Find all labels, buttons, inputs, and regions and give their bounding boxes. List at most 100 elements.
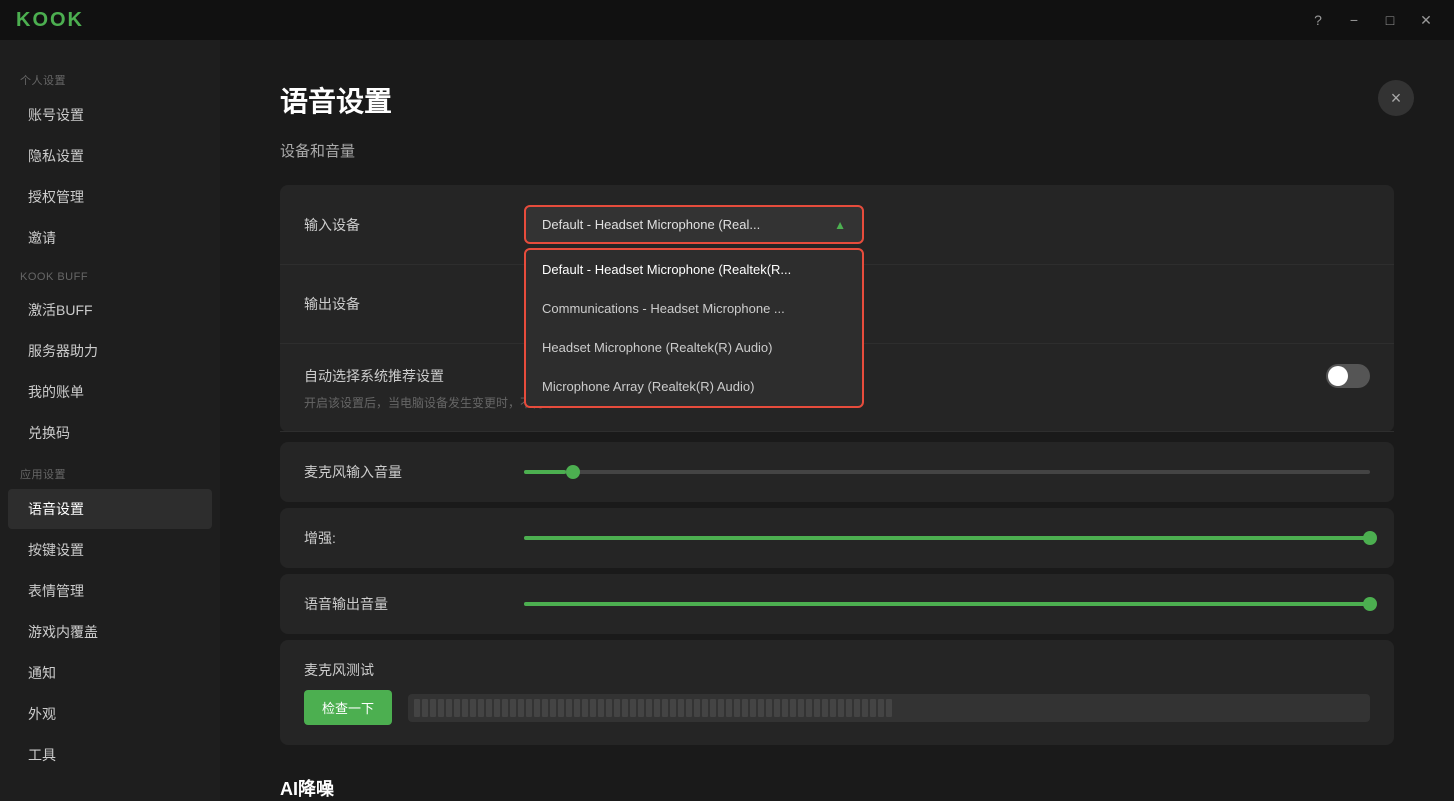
voice-output-label: 语音输出音量 — [304, 594, 524, 614]
boost-track[interactable] — [524, 536, 1370, 540]
voice-output-thumb[interactable] — [1363, 597, 1377, 611]
level-bar — [414, 699, 420, 717]
content-area: × 语音设置 设备和音量 输入设备 Default - Headset Micr… — [220, 40, 1454, 801]
minimize-button[interactable]: − — [1342, 8, 1366, 32]
window-controls: ? − □ ✕ — [1306, 8, 1438, 32]
level-bar — [718, 699, 724, 717]
sidebar-section-personal: 个人设置 — [0, 60, 220, 94]
level-bar — [702, 699, 708, 717]
auto-select-toggle[interactable] — [1326, 364, 1370, 388]
toggle-knob — [1328, 366, 1348, 386]
input-device-control: Default - Headset Microphone (Real... ▲ … — [524, 205, 1370, 244]
voice-output-track[interactable] — [524, 602, 1370, 606]
sidebar-item-auth[interactable]: 授权管理 — [8, 177, 212, 217]
level-bar — [478, 699, 484, 717]
input-device-dropdown[interactable]: Default - Headset Microphone (Real... ▲ — [524, 205, 864, 244]
level-bar — [798, 699, 804, 717]
dropdown-option-headset[interactable]: Headset Microphone (Realtek(R) Audio) — [526, 328, 862, 367]
level-bar — [870, 699, 876, 717]
close-window-button[interactable]: ✕ — [1414, 8, 1438, 32]
level-bar — [710, 699, 716, 717]
level-bar — [550, 699, 556, 717]
check-button[interactable]: 检查一下 — [304, 690, 392, 725]
dropdown-option-comm[interactable]: Communications - Headset Microphone ... — [526, 289, 862, 328]
level-bar — [558, 699, 564, 717]
level-bar — [774, 699, 780, 717]
level-bar — [462, 699, 468, 717]
level-bar — [694, 699, 700, 717]
level-bar — [510, 699, 516, 717]
section-title: 设备和音量 — [280, 140, 1394, 161]
level-bar — [662, 699, 668, 717]
dropdown-option-default[interactable]: Default - Headset Microphone (Realtek(R.… — [526, 250, 862, 289]
sidebar-item-redeem[interactable]: 兑换码 — [8, 413, 212, 453]
level-bar — [526, 699, 532, 717]
level-bar — [582, 699, 588, 717]
maximize-button[interactable]: □ — [1378, 8, 1402, 32]
level-bar — [494, 699, 500, 717]
input-device-menu: Default - Headset Microphone (Realtek(R.… — [524, 248, 864, 408]
sidebar-item-emoji[interactable]: 表情管理 — [8, 571, 212, 611]
level-bar — [758, 699, 764, 717]
sidebar-item-notify[interactable]: 通知 — [8, 653, 212, 693]
level-bar — [686, 699, 692, 717]
level-bar — [622, 699, 628, 717]
level-bar — [854, 699, 860, 717]
input-device-dropdown-wrapper: Default - Headset Microphone (Real... ▲ … — [524, 205, 1370, 244]
sidebar-item-my-bill[interactable]: 我的账单 — [8, 372, 212, 412]
sidebar-item-voice[interactable]: 语音设置 — [8, 489, 212, 529]
sidebar-section-app: 应用设置 — [0, 454, 220, 488]
auto-select-label: 自动选择系统推荐设置 — [304, 366, 524, 386]
level-bar — [430, 699, 436, 717]
level-bar — [518, 699, 524, 717]
level-bar — [846, 699, 852, 717]
page-title: 语音设置 — [280, 80, 1394, 120]
mic-volume-track[interactable] — [524, 470, 1370, 474]
level-bar — [614, 699, 620, 717]
level-bar — [766, 699, 772, 717]
output-device-label: 输出设备 — [304, 294, 524, 314]
titlebar: KOOK ? − □ ✕ — [0, 0, 1454, 40]
level-bar — [830, 699, 836, 717]
level-bar — [878, 699, 884, 717]
level-bar — [670, 699, 676, 717]
dropdown-option-array[interactable]: Microphone Array (Realtek(R) Audio) — [526, 367, 862, 406]
level-bar — [446, 699, 452, 717]
voice-output-fill — [524, 602, 1370, 606]
sidebar-item-tools[interactable]: 工具 — [8, 735, 212, 775]
sidebar-item-account[interactable]: 账号设置 — [8, 95, 212, 135]
boost-row: 增强: — [280, 508, 1394, 568]
sidebar-item-activate-buff[interactable]: 激活BUFF — [8, 290, 212, 330]
voice-output-control — [524, 602, 1370, 606]
sidebar-item-overlay[interactable]: 游戏内覆盖 — [8, 612, 212, 652]
level-bar — [862, 699, 868, 717]
sidebar-section-buff: KOOK BUFF — [0, 259, 220, 289]
close-settings-button[interactable]: × — [1378, 80, 1414, 116]
level-bar — [742, 699, 748, 717]
level-bar — [838, 699, 844, 717]
sidebar-item-privacy[interactable]: 隐私设置 — [8, 136, 212, 176]
sidebar-item-server-assist[interactable]: 服务器助力 — [8, 331, 212, 371]
sidebar-item-invite[interactable]: 邀请 — [8, 218, 212, 258]
help-button[interactable]: ? — [1306, 8, 1330, 32]
level-bar — [886, 699, 892, 717]
boost-thumb[interactable] — [1363, 531, 1377, 545]
level-bar — [422, 699, 428, 717]
ai-noise-title: AI降噪 — [280, 775, 1394, 801]
sidebar-item-keybind[interactable]: 按键设置 — [8, 530, 212, 570]
settings-panel: 输入设备 Default - Headset Microphone (Real.… — [280, 185, 1394, 432]
level-bar — [750, 699, 756, 717]
mic-volume-control — [524, 470, 1370, 474]
sidebar-item-appearance[interactable]: 外观 — [8, 694, 212, 734]
boost-label: 增强: — [304, 528, 524, 548]
level-bar — [606, 699, 612, 717]
level-bar — [534, 699, 540, 717]
mic-volume-thumb[interactable] — [566, 465, 580, 479]
level-bar — [814, 699, 820, 717]
level-meter — [408, 694, 1370, 722]
level-bar — [454, 699, 460, 717]
sidebar: 个人设置 账号设置 隐私设置 授权管理 邀请 KOOK BUFF 激活BUFF … — [0, 40, 220, 801]
level-bar — [502, 699, 508, 717]
app-body: 个人设置 账号设置 隐私设置 授权管理 邀请 KOOK BUFF 激活BUFF … — [0, 40, 1454, 801]
level-bar — [598, 699, 604, 717]
